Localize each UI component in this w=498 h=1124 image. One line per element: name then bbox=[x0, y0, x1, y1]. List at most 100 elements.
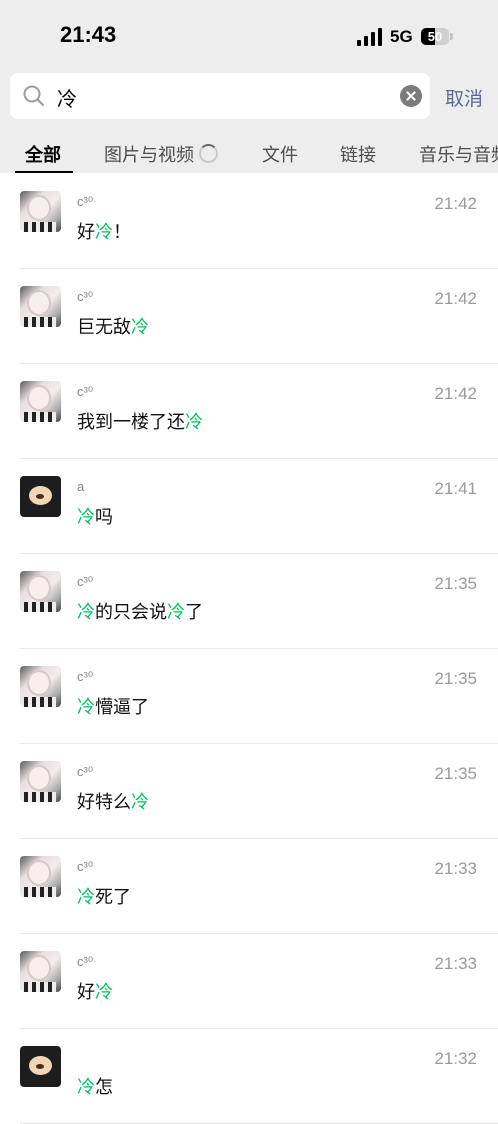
girl-avatar-image bbox=[20, 286, 61, 327]
avatar[interactable] bbox=[20, 571, 61, 612]
sender-name: c³⁰ bbox=[77, 954, 94, 969]
battery-percent: 50 bbox=[427, 29, 443, 44]
clear-icon[interactable] bbox=[400, 85, 422, 107]
message-snippet: 好冷！ bbox=[77, 218, 131, 244]
result-row[interactable]: 冷怎 21:32 bbox=[0, 1029, 498, 1124]
keyword-highlight: 冷 bbox=[77, 1077, 95, 1098]
message-text: 好 bbox=[77, 982, 95, 1003]
keyword-highlight: 冷 bbox=[77, 602, 95, 623]
message-text: 我到一楼了还 bbox=[77, 412, 185, 433]
sender-name: c³⁰ bbox=[77, 669, 94, 684]
cancel-button[interactable]: 取消 bbox=[445, 84, 483, 111]
girl-avatar-image bbox=[20, 381, 61, 422]
tab-links[interactable]: 链接 bbox=[340, 141, 376, 167]
result-row[interactable]: c³⁰ 冷死了 21:33 bbox=[0, 839, 498, 934]
message-snippet: 冷死了 bbox=[77, 883, 131, 909]
message-snippet: 好冷 bbox=[77, 978, 113, 1004]
loading-spinner-icon bbox=[199, 144, 218, 163]
sender-name: c³⁰ bbox=[77, 384, 94, 399]
bear-avatar-image bbox=[20, 1046, 61, 1087]
keyword-highlight: 冷 bbox=[77, 697, 95, 718]
tab-music-audio[interactable]: 音乐与音频 bbox=[419, 141, 498, 167]
result-row[interactable]: c³⁰ 好特么冷 21:35 bbox=[0, 744, 498, 839]
message-time: 21:35 bbox=[434, 574, 477, 593]
keyword-highlight: 冷 bbox=[77, 507, 95, 528]
message-snippet: 冷的只会说冷了 bbox=[77, 598, 203, 624]
message-text: 怎 bbox=[95, 1077, 113, 1098]
tab-images-videos[interactable]: 图片与视频 bbox=[104, 141, 218, 167]
filter-tabs: 全部 图片与视频 文件 链接 音乐与音频 bbox=[0, 136, 498, 173]
message-time: 21:33 bbox=[434, 859, 477, 878]
message-text: 懵逼了 bbox=[95, 697, 149, 718]
girl-avatar-image bbox=[20, 951, 61, 992]
avatar[interactable] bbox=[20, 476, 61, 517]
message-time: 21:42 bbox=[434, 384, 477, 403]
avatar[interactable] bbox=[20, 286, 61, 327]
avatar[interactable] bbox=[20, 666, 61, 707]
message-time: 21:32 bbox=[434, 1049, 477, 1068]
result-row[interactable]: c³⁰ 好冷 21:33 bbox=[0, 934, 498, 1029]
message-time: 21:41 bbox=[434, 479, 477, 498]
avatar[interactable] bbox=[20, 951, 61, 992]
network-label: 5G bbox=[390, 27, 413, 46]
signal-icon bbox=[357, 28, 383, 46]
top-header: 21:43 5G 50 冷 取消 全部 图片与视频 文件 链接 音乐与音频 bbox=[0, 0, 498, 173]
message-snippet: 好特么冷 bbox=[77, 788, 149, 814]
message-text: 了 bbox=[185, 602, 203, 623]
battery-tip bbox=[450, 33, 453, 40]
message-text: 的只会说 bbox=[95, 602, 167, 623]
girl-avatar-image bbox=[20, 191, 61, 232]
message-snippet: 冷吗 bbox=[77, 503, 113, 529]
message-time: 21:35 bbox=[434, 669, 477, 688]
search-bar[interactable]: 冷 bbox=[10, 73, 430, 119]
girl-avatar-image bbox=[20, 666, 61, 707]
message-time: 21:42 bbox=[434, 194, 477, 213]
message-time: 21:42 bbox=[434, 289, 477, 308]
keyword-highlight: 冷 bbox=[77, 887, 95, 908]
message-snippet: 冷怎 bbox=[77, 1073, 113, 1099]
message-text: 死了 bbox=[95, 887, 131, 908]
message-snippet: 我到一楼了还冷 bbox=[77, 408, 203, 434]
girl-avatar-image bbox=[20, 571, 61, 612]
status-bar: 21:43 5G 50 bbox=[0, 0, 498, 72]
tab-files[interactable]: 文件 bbox=[262, 141, 298, 167]
result-row[interactable]: c³⁰ 冷的只会说冷了 21:35 bbox=[0, 554, 498, 649]
result-row[interactable]: c³⁰ 我到一楼了还冷 21:42 bbox=[0, 364, 498, 459]
sender-name: c³⁰ bbox=[77, 289, 94, 304]
battery-icon: 50 bbox=[421, 28, 449, 45]
girl-avatar-image bbox=[20, 761, 61, 802]
search-icon bbox=[23, 85, 44, 106]
keyword-highlight: 冷 bbox=[131, 792, 149, 813]
search-results-list: c³⁰ 好冷！ 21:42 c³⁰ 巨无敌冷 21:42 c³⁰ 我到一楼了还冷 21:42 a 冷… bbox=[0, 174, 498, 1124]
tab-all[interactable]: 全部 bbox=[25, 141, 61, 167]
message-time: 21:35 bbox=[434, 764, 477, 783]
avatar[interactable] bbox=[20, 1046, 61, 1087]
result-row[interactable]: a 冷吗 21:41 bbox=[0, 459, 498, 554]
sender-name: a bbox=[77, 479, 85, 494]
message-snippet: 巨无敌冷 bbox=[77, 313, 149, 339]
avatar[interactable] bbox=[20, 191, 61, 232]
avatar[interactable] bbox=[20, 761, 61, 802]
result-row[interactable]: c³⁰ 好冷！ 21:42 bbox=[0, 174, 498, 269]
message-text: 巨无敌 bbox=[77, 317, 131, 338]
avatar[interactable] bbox=[20, 856, 61, 897]
message-time: 21:33 bbox=[434, 954, 477, 973]
keyword-highlight: 冷 bbox=[167, 602, 185, 623]
message-snippet: 冷懵逼了 bbox=[77, 693, 149, 719]
bear-avatar-image bbox=[20, 476, 61, 517]
result-row[interactable]: c³⁰ 巨无敌冷 21:42 bbox=[0, 269, 498, 364]
search-input[interactable]: 冷 bbox=[57, 83, 77, 112]
message-text: ！ bbox=[113, 222, 131, 243]
sender-name: c³⁰ bbox=[77, 574, 94, 589]
keyword-highlight: 冷 bbox=[131, 317, 149, 338]
active-tab-indicator bbox=[15, 171, 73, 173]
message-text: 好 bbox=[77, 222, 95, 243]
avatar[interactable] bbox=[20, 381, 61, 422]
girl-avatar-image bbox=[20, 856, 61, 897]
message-text: 好特么 bbox=[77, 792, 131, 813]
keyword-highlight: 冷 bbox=[95, 222, 113, 243]
result-row[interactable]: c³⁰ 冷懵逼了 21:35 bbox=[0, 649, 498, 744]
sender-name: c³⁰ bbox=[77, 859, 94, 874]
message-text: 吗 bbox=[95, 507, 113, 528]
sender-name: c³⁰ bbox=[77, 764, 94, 779]
